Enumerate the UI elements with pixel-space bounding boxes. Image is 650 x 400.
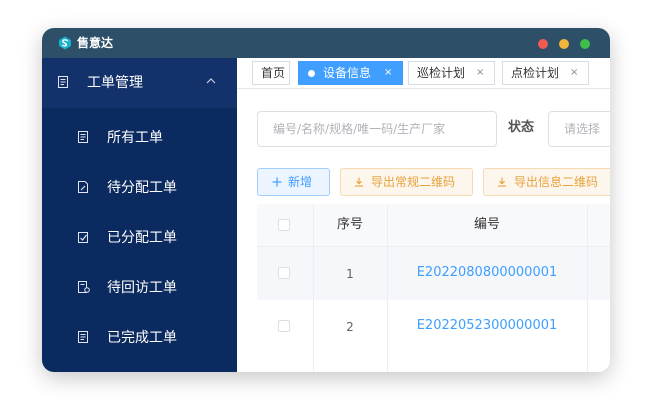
active-dot-icon bbox=[308, 70, 315, 77]
status-select[interactable]: 请选择 bbox=[548, 111, 610, 147]
add-button[interactable]: 新增 bbox=[257, 168, 330, 196]
tab-home[interactable]: 首页 bbox=[252, 61, 290, 85]
status-filter-label: 状态 bbox=[508, 120, 535, 135]
edit-document-icon bbox=[78, 181, 88, 193]
tab-spot-check-plan[interactable]: 点检计划 × bbox=[502, 61, 589, 85]
sidebar-item-label: 待分配工单 bbox=[107, 180, 177, 196]
tab-label: 设备信息 bbox=[323, 66, 372, 80]
sidebar-item-assigned[interactable]: 已分配工单 bbox=[42, 213, 237, 263]
row-index: 2 bbox=[346, 320, 354, 334]
sidebar-item-all-orders[interactable]: 所有工单 bbox=[42, 113, 237, 163]
sidebar-item-pending-followup[interactable]: 待回访工单 bbox=[42, 263, 237, 313]
table-row[interactable]: 1 E2022080800000001 bbox=[257, 247, 610, 301]
main-content: 首页 设备信息 × 巡检计划 × 点检计划 × 编号/名称/规格/唯一码/生产厂… bbox=[237, 58, 610, 372]
download-icon bbox=[498, 177, 506, 187]
close-window-button[interactable] bbox=[538, 39, 548, 49]
tab-patrol-plan[interactable]: 巡检计划 × bbox=[408, 61, 495, 85]
app-window: 售意达 工单管理 所有工单 待分配工单 已分配工单 待回访工单 已完成工单 首页… bbox=[42, 28, 610, 372]
column-divider bbox=[387, 204, 388, 372]
column-header-code: 编号 bbox=[473, 217, 500, 232]
row-index: 1 bbox=[346, 267, 354, 281]
device-code-link[interactable]: E2022052300000001 bbox=[387, 319, 587, 333]
sidebar-group-work-orders[interactable]: 工单管理 bbox=[42, 58, 237, 108]
document-icon bbox=[58, 76, 68, 88]
column-header-index: 序号 bbox=[336, 217, 363, 232]
device-code-link[interactable]: E2022080800000001 bbox=[387, 266, 587, 280]
device-table: 序号 编号 1 E2022080800000001 2 E20220523000… bbox=[257, 204, 610, 372]
app-logo-icon bbox=[59, 36, 71, 50]
sidebar-item-label: 所有工单 bbox=[107, 130, 163, 146]
chevron-up-icon bbox=[206, 78, 216, 84]
tab-label: 点检计划 bbox=[511, 66, 560, 80]
assigned-document-icon bbox=[78, 232, 88, 243]
export-info-label: 导出信息二维码 bbox=[514, 175, 599, 189]
add-button-label: 新增 bbox=[288, 175, 313, 189]
tab-label: 巡检计划 bbox=[417, 66, 466, 80]
document-icon bbox=[78, 131, 88, 143]
app-title: 售意达 bbox=[77, 36, 114, 50]
column-divider bbox=[313, 204, 314, 372]
sidebar-item-label: 已完成工单 bbox=[107, 330, 177, 346]
close-icon[interactable]: × bbox=[476, 62, 484, 84]
sidebar-item-completed[interactable]: 已完成工单 bbox=[42, 313, 237, 363]
table-row[interactable]: 2 E2022052300000001 bbox=[257, 300, 610, 354]
minimize-window-button[interactable] bbox=[559, 39, 569, 49]
download-icon bbox=[355, 177, 363, 187]
export-regular-qrcode-button[interactable]: 导出常规二维码 bbox=[340, 168, 473, 196]
plus-icon bbox=[272, 177, 282, 187]
row-checkbox[interactable] bbox=[278, 267, 290, 279]
export-info-qrcode-button[interactable]: 导出信息二维码 bbox=[483, 168, 610, 196]
document-icon bbox=[78, 331, 88, 343]
sidebar: 工单管理 所有工单 待分配工单 已分配工单 待回访工单 已完成工单 bbox=[42, 58, 237, 372]
sidebar-item-label: 已分配工单 bbox=[107, 230, 177, 246]
export-regular-label: 导出常规二维码 bbox=[371, 175, 456, 189]
close-icon[interactable]: × bbox=[570, 62, 578, 84]
search-input[interactable]: 编号/名称/规格/唯一码/生产厂家 bbox=[257, 111, 497, 147]
select-all-checkbox[interactable] bbox=[278, 219, 290, 231]
close-icon[interactable]: × bbox=[384, 62, 392, 84]
tab-bar: 首页 设备信息 × 巡检计划 × 点检计划 × bbox=[237, 58, 610, 89]
maximize-window-button[interactable] bbox=[580, 39, 590, 49]
tab-device-info[interactable]: 设备信息 × bbox=[298, 61, 403, 85]
sidebar-item-pending-assign[interactable]: 待分配工单 bbox=[42, 163, 237, 213]
row-checkbox[interactable] bbox=[278, 320, 290, 332]
sidebar-group-label: 工单管理 bbox=[87, 75, 143, 91]
sidebar-item-label: 待回访工单 bbox=[107, 280, 177, 296]
followup-document-icon bbox=[78, 281, 90, 293]
tab-label: 首页 bbox=[261, 66, 286, 80]
table-row[interactable] bbox=[257, 353, 610, 372]
table-header: 序号 编号 bbox=[257, 204, 610, 247]
title-bar: 售意达 bbox=[42, 28, 610, 58]
column-divider bbox=[587, 204, 588, 372]
